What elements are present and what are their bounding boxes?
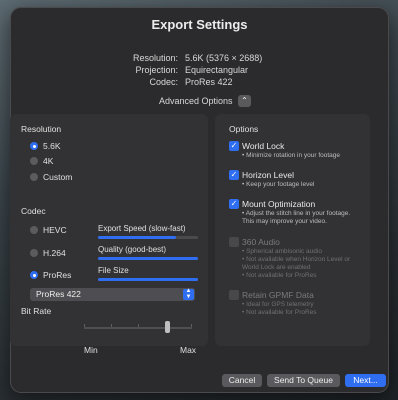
bar-fill bbox=[98, 257, 198, 260]
checkmark-icon: ✓ bbox=[230, 199, 238, 208]
export-speed-bar bbox=[98, 236, 198, 239]
advanced-options-toggle[interactable]: ⌃ bbox=[238, 95, 251, 107]
send-to-queue-button[interactable]: Send To Queue bbox=[267, 374, 340, 387]
radio-label: HEVC bbox=[43, 225, 67, 235]
world-lock-checkbox[interactable]: ✓ bbox=[229, 141, 239, 151]
dialog-title: Export Settings bbox=[151, 17, 248, 32]
radio-label: ProRes bbox=[43, 270, 72, 280]
radio-button bbox=[30, 271, 38, 279]
summary-label: Codec: bbox=[149, 77, 178, 87]
summary-label: Projection: bbox=[135, 65, 178, 75]
radio-button bbox=[30, 157, 38, 165]
radio-button bbox=[30, 142, 38, 150]
bitrate-slider-track[interactable] bbox=[84, 324, 192, 329]
checkmark-icon: ✓ bbox=[230, 141, 238, 150]
slider-tick bbox=[191, 324, 192, 327]
file-size-label: File Size bbox=[98, 266, 129, 275]
bitrate-max-label: Max bbox=[180, 345, 197, 355]
bitrate-heading: Bit Rate bbox=[21, 306, 52, 316]
bar-fill bbox=[98, 236, 176, 239]
checkmark-icon: ✓ bbox=[230, 170, 238, 179]
bitrate-min-label: Min bbox=[84, 345, 98, 355]
summary-label: Resolution: bbox=[132, 53, 178, 63]
mount-optimization-desc: This may improve your video. bbox=[242, 218, 327, 225]
world-lock-desc: • Minimize rotation in your footage bbox=[242, 152, 341, 159]
chevron-up-icon: ⌃ bbox=[241, 96, 248, 105]
retain-gpmf-desc: • Not available for ProRes bbox=[242, 309, 317, 316]
chevron-up-down-icon: ▲ ▼ bbox=[183, 288, 194, 300]
summary-value: ProRes 422 bbox=[185, 77, 233, 87]
options-heading: Options bbox=[229, 124, 259, 134]
360-audio-title: 360 Audio bbox=[242, 237, 280, 247]
summary-row-resolution: Resolution: 5.6K (5376 × 2688) bbox=[11, 52, 388, 64]
codec-heading: Codec bbox=[21, 206, 46, 216]
radio-label: H.264 bbox=[43, 248, 66, 258]
slider-tick bbox=[84, 324, 85, 327]
cancel-button[interactable]: Cancel bbox=[222, 374, 262, 387]
retain-gpmf-title: Retain GPMF Data bbox=[242, 290, 314, 300]
horizon-level-title: Horizon Level bbox=[242, 170, 294, 180]
summary-value: Equirectangular bbox=[185, 65, 249, 75]
radio-button bbox=[30, 173, 38, 181]
export-speed-label: Export Speed (slow-fast) bbox=[98, 224, 186, 233]
world-lock-title: World Lock bbox=[242, 141, 285, 151]
bitrate-slider-knob[interactable] bbox=[165, 321, 170, 333]
advanced-options-label: Advanced Options bbox=[159, 96, 233, 106]
radio-label: Custom bbox=[43, 172, 73, 182]
360-audio-checkbox[interactable] bbox=[229, 237, 239, 247]
horizon-level-desc: • Keep your footage level bbox=[242, 181, 315, 188]
next-button[interactable]: Next... bbox=[345, 374, 386, 387]
summary-value: 5.6K (5376 × 2688) bbox=[185, 53, 263, 63]
radio-label: 5.6K bbox=[43, 141, 61, 151]
slider-tick bbox=[111, 324, 112, 327]
retain-gpmf-checkbox[interactable] bbox=[229, 290, 239, 300]
radio-label: 4K bbox=[43, 156, 54, 166]
mount-optimization-title: Mount Optimization bbox=[242, 199, 316, 209]
360-audio-desc: • Not available for ProRes bbox=[242, 272, 317, 279]
radio-button bbox=[30, 249, 38, 257]
radio-button bbox=[30, 226, 38, 234]
mount-optimization-checkbox[interactable]: ✓ bbox=[229, 199, 239, 209]
quality-label: Quality (good-best) bbox=[98, 245, 167, 254]
summary-row-codec: Codec: ProRes 422 bbox=[11, 76, 388, 88]
bar-fill bbox=[98, 278, 198, 281]
quality-bar bbox=[98, 257, 198, 260]
codec-select[interactable]: ProRes 422 ▲ ▼ bbox=[30, 288, 195, 301]
file-size-bar bbox=[98, 278, 198, 281]
codec-select-value: ProRes 422 bbox=[36, 289, 81, 299]
horizon-level-checkbox[interactable]: ✓ bbox=[229, 170, 239, 180]
slider-tick bbox=[138, 324, 139, 327]
summary-row-projection: Projection: Equirectangular bbox=[11, 64, 388, 76]
export-summary: Resolution: 5.6K (5376 × 2688) Projectio… bbox=[11, 52, 388, 88]
resolution-heading: Resolution bbox=[21, 124, 62, 134]
